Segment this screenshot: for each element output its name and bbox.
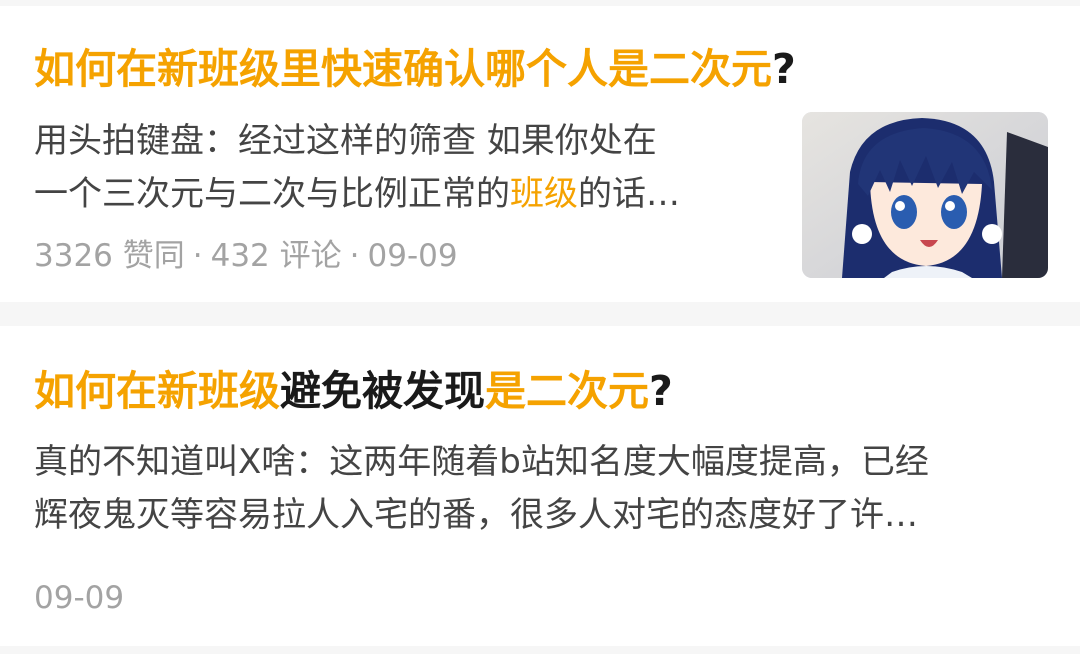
feed-card-1[interactable]: 如何在新班级里快速确认哪个人是二次元? 用头拍键盘：经过这样的筛查 如果你处在 … bbox=[0, 6, 1080, 302]
likes-count: 3326 赞同 bbox=[34, 238, 185, 274]
meta-separator: · bbox=[349, 238, 360, 274]
comments-count: 432 评论 bbox=[210, 238, 342, 274]
card-title[interactable]: 如何在新班级里快速确认哪个人是二次元? bbox=[34, 44, 796, 94]
excerpt-line-1: 真的不知道叫X啥：这两年随着b站知名度大幅度提高，已经 bbox=[34, 442, 929, 482]
excerpt-line-2: 一个三次元与二次与比例正常的班级的话… bbox=[34, 168, 754, 221]
feed-card-2[interactable]: 如何在新班级避免被发现是二次元? 真的不知道叫X啥：这两年随着b站知名度大幅度提… bbox=[0, 326, 1080, 646]
card-excerpt[interactable]: 用头拍键盘：经过这样的筛查 如果你处在 一个三次元与二次与比例正常的班级的话… bbox=[34, 115, 754, 221]
excerpt-highlight: 班级 bbox=[510, 174, 578, 214]
title-text: 避免被发现 bbox=[280, 367, 485, 415]
excerpt-line-2: 辉夜鬼灭等容易拉人入宅的番，很多人对宅的态度好了许… bbox=[34, 495, 918, 535]
anime-girl-thumbnail-icon[interactable] bbox=[802, 112, 1048, 278]
excerpt-text: 的话… bbox=[578, 174, 680, 214]
card-meta: 09-09 bbox=[34, 578, 124, 618]
title-highlight: 是二次元 bbox=[485, 367, 649, 415]
excerpt-line-1: 用头拍键盘：经过这样的筛查 如果你处在 bbox=[34, 121, 657, 161]
bottom-gap bbox=[0, 646, 1080, 654]
title-highlight: 如何在新班级 bbox=[34, 367, 280, 415]
title-highlight: 如何在新班级里快速确认哪个人是二次元 bbox=[34, 45, 772, 93]
card-excerpt[interactable]: 真的不知道叫X啥：这两年随着b站知名度大幅度提高，已经 辉夜鬼灭等容易拉人入宅的… bbox=[34, 436, 1046, 542]
title-question-mark: ? bbox=[649, 367, 673, 415]
card-title[interactable]: 如何在新班级避免被发现是二次元? bbox=[34, 366, 673, 416]
card-meta: 3326 赞同 · 432 评论 · 09-09 bbox=[34, 236, 458, 276]
excerpt-text: 一个三次元与二次与比例正常的 bbox=[34, 174, 510, 214]
meta-separator: · bbox=[192, 238, 203, 274]
title-question-mark: ? bbox=[772, 45, 796, 93]
post-date: 09-09 bbox=[34, 580, 125, 616]
post-date: 09-09 bbox=[367, 238, 458, 274]
